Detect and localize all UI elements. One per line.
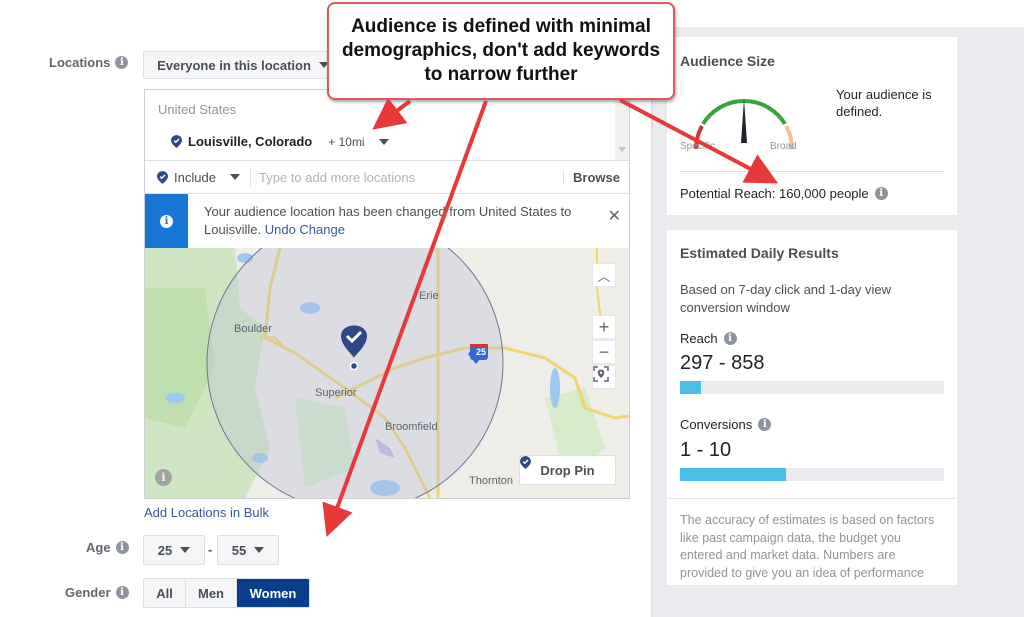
gender-all-button[interactable]: All [144,579,186,607]
location-map[interactable]: Erie Boulder Superior Broomfield Thornto… [145,248,629,498]
location-type-dropdown[interactable]: Everyone in this location [143,51,343,79]
radius-value[interactable]: + 10mi [328,135,364,149]
scroll-down-icon[interactable] [618,147,626,152]
estimates-disclaimer: The accuracy of estimates is based on fa… [680,513,935,580]
add-locations-bulk-link[interactable]: Add Locations in Bulk [144,505,269,520]
age-min-dropdown[interactable]: 25 [143,535,205,565]
gender-men-button[interactable]: Men [186,579,237,607]
chevron-down-icon [254,547,265,553]
location-pin-icon [157,170,168,184]
highway-shield-label: 25 [475,347,486,357]
daily-results-card: Estimated Daily Results Based on 7-day c… [667,230,957,585]
conversions-label-text: Conversions [680,417,753,432]
reach-value: 297 - 858 [680,352,765,374]
locations-label-text: Locations [49,55,111,70]
gender-selector: All Men Women [143,578,310,608]
audience-size-card: Audience Size Specific Broad Your audien… [667,37,957,215]
info-icon[interactable]: i [758,418,772,431]
gauge-broad-label: Broad [770,141,797,152]
gender-women-button[interactable]: Women [237,579,309,607]
zoom-out-button[interactable]: − [592,340,616,364]
map-label-boulder: Boulder [234,323,272,335]
chevron-down-icon [229,174,240,180]
age-max-dropdown[interactable]: 55 [217,535,279,565]
locations-label: Locations i [49,55,129,70]
location-type-value: Everyone in this location [157,57,311,73]
card-divider [680,171,944,172]
close-icon[interactable]: ✕ [608,206,621,226]
map-info-icon[interactable]: i [155,469,172,486]
collapse-map-button[interactable]: ︿ [592,263,616,287]
drop-pin-button[interactable]: Drop Pin [519,455,616,485]
notice-text: Your audience location has been changed … [188,194,588,248]
scrollbar[interactable] [615,90,629,160]
gauge-specific-label: Specific [680,141,716,152]
add-location-input[interactable] [251,169,564,185]
location-box: United States Louisville, Colorado + 10m… [144,89,630,499]
annotation-callout: Audience is defined with minimal demogra… [327,2,675,100]
include-label: Include [174,169,216,185]
age-label-text: Age [86,540,111,555]
age-separator: - [208,542,213,557]
daily-results-title: Estimated Daily Results [680,245,839,261]
country-label: United States [158,102,237,117]
audience-status: Your audience is defined. [836,87,932,119]
gender-label: Gender i [65,585,129,600]
location-pin-icon [171,135,182,148]
conversions-bar [680,468,944,481]
age-label: Age i [86,540,129,555]
minus-icon: − [598,341,610,362]
reach-label-text: Reach [680,331,718,346]
selected-location-item: Louisville, Colorado + 10mi [171,134,389,149]
daily-results-subtitle: Based on 7-day click and 1-day view conv… [680,282,892,315]
info-icon[interactable]: i [115,586,129,599]
info-icon[interactable]: i [874,187,888,200]
info-icon[interactable]: i [115,541,129,554]
panel-divider [651,27,653,617]
plus-icon: + [598,316,610,337]
location-name: Louisville, Colorado [188,134,313,149]
conversions-value: 1 - 10 [680,439,732,461]
conversions-label: Conversions i [680,417,772,432]
map-label-superior: Superior [315,387,357,399]
info-icon[interactable]: i [115,56,129,69]
add-location-row: Include Browse [145,160,629,193]
card-divider [667,498,957,499]
selected-locations: United States Louisville, Colorado + 10m… [145,90,629,160]
notice-message: Your audience location has been changed … [204,204,572,237]
location-change-notice: i Your audience location has been change… [145,193,629,248]
gender-label-text: Gender [65,585,111,600]
potential-reach: Potential Reach: 160,000 people i [680,186,888,201]
reach-label: Reach i [680,331,737,346]
reach-bar [680,381,944,394]
drop-pin-label: Drop Pin [540,462,595,478]
age-max-value: 55 [231,542,247,558]
undo-change-link[interactable]: Undo Change [265,222,345,237]
notice-icon-area: i [145,194,188,248]
age-min-value: 25 [157,542,173,558]
chevron-up-icon: ︿ [597,268,611,284]
include-dropdown[interactable]: Include [145,170,250,185]
location-pin-icon [520,456,531,469]
map-label-erie: Erie [419,290,439,302]
browse-button[interactable]: Browse [563,169,629,185]
conversions-bar-fill [680,468,786,481]
info-icon[interactable]: i [723,332,737,345]
potential-reach-text: Potential Reach: 160,000 people [680,186,869,201]
map-label-thornton: Thornton [469,475,514,487]
info-icon: i [160,214,173,228]
chevron-down-icon [180,547,191,553]
zoom-in-button[interactable]: + [592,315,616,339]
reach-bar-fill [680,381,702,394]
radius-chevron-down-icon[interactable] [378,138,389,145]
map-label-broomfield: Broomfield [385,421,438,433]
audience-size-title: Audience Size [680,53,775,69]
recenter-button[interactable] [592,365,616,389]
locate-icon [593,366,609,382]
